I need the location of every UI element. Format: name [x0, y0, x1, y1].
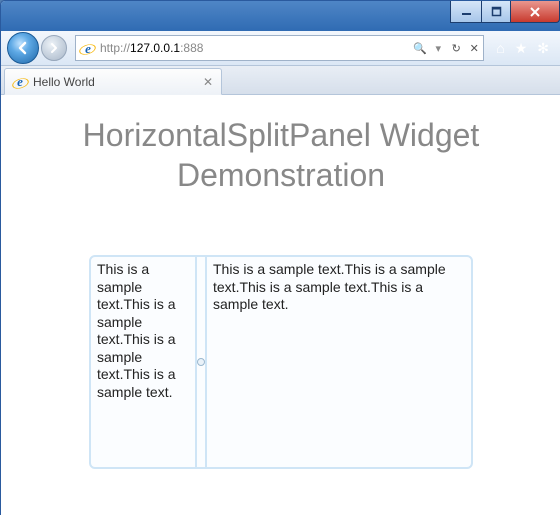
splitter-grip-icon	[197, 358, 205, 366]
browser-tool-icons: ⌂ ★ ✻	[490, 40, 555, 57]
browser-tab-bar: e Hello World ✕	[1, 66, 560, 95]
nav-back-button[interactable]	[7, 32, 39, 64]
panel-container: This is a sample text.This is a sample t…	[21, 255, 541, 469]
window-minimize-button[interactable]	[450, 1, 482, 23]
ie-favicon-icon: e	[13, 75, 27, 89]
horizontal-split-panel: This is a sample text.This is a sample t…	[89, 255, 473, 469]
split-panel-divider[interactable]	[195, 257, 207, 467]
split-panel-right: This is a sample text.This is a sample t…	[207, 257, 471, 467]
stop-icon[interactable]: ✕	[465, 42, 483, 55]
window-close-button[interactable]	[510, 1, 560, 23]
ie-favicon-icon: e	[80, 40, 96, 56]
browser-window: e http://127.0.0.1:888 🔍 ▾ ↻ ✕ ⌂ ★ ✻ e H…	[0, 0, 560, 515]
favorites-icon[interactable]: ★	[515, 40, 528, 57]
address-bar[interactable]: e http://127.0.0.1:888 🔍 ▾ ↻ ✕	[75, 35, 484, 61]
window-titlebar	[1, 1, 560, 31]
browser-nav-bar: e http://127.0.0.1:888 🔍 ▾ ↻ ✕ ⌂ ★ ✻	[1, 31, 560, 66]
window-maximize-button[interactable]	[481, 1, 511, 23]
browser-tab[interactable]: e Hello World ✕	[4, 68, 222, 95]
tab-close-icon[interactable]: ✕	[203, 75, 213, 89]
home-icon[interactable]: ⌂	[496, 40, 504, 57]
address-url: http://127.0.0.1:888	[100, 41, 411, 55]
refresh-icon[interactable]: ↻	[447, 42, 465, 55]
split-panel-left: This is a sample text.This is a sample t…	[91, 257, 195, 467]
tools-icon[interactable]: ✻	[537, 40, 549, 57]
page-heading: HorizontalSplitPanel Widget Demonstratio…	[21, 115, 541, 195]
search-icon[interactable]: 🔍	[411, 42, 429, 55]
tab-title: Hello World	[33, 75, 95, 89]
page-content: HorizontalSplitPanel Widget Demonstratio…	[1, 95, 560, 515]
nav-forward-button[interactable]	[41, 35, 67, 61]
